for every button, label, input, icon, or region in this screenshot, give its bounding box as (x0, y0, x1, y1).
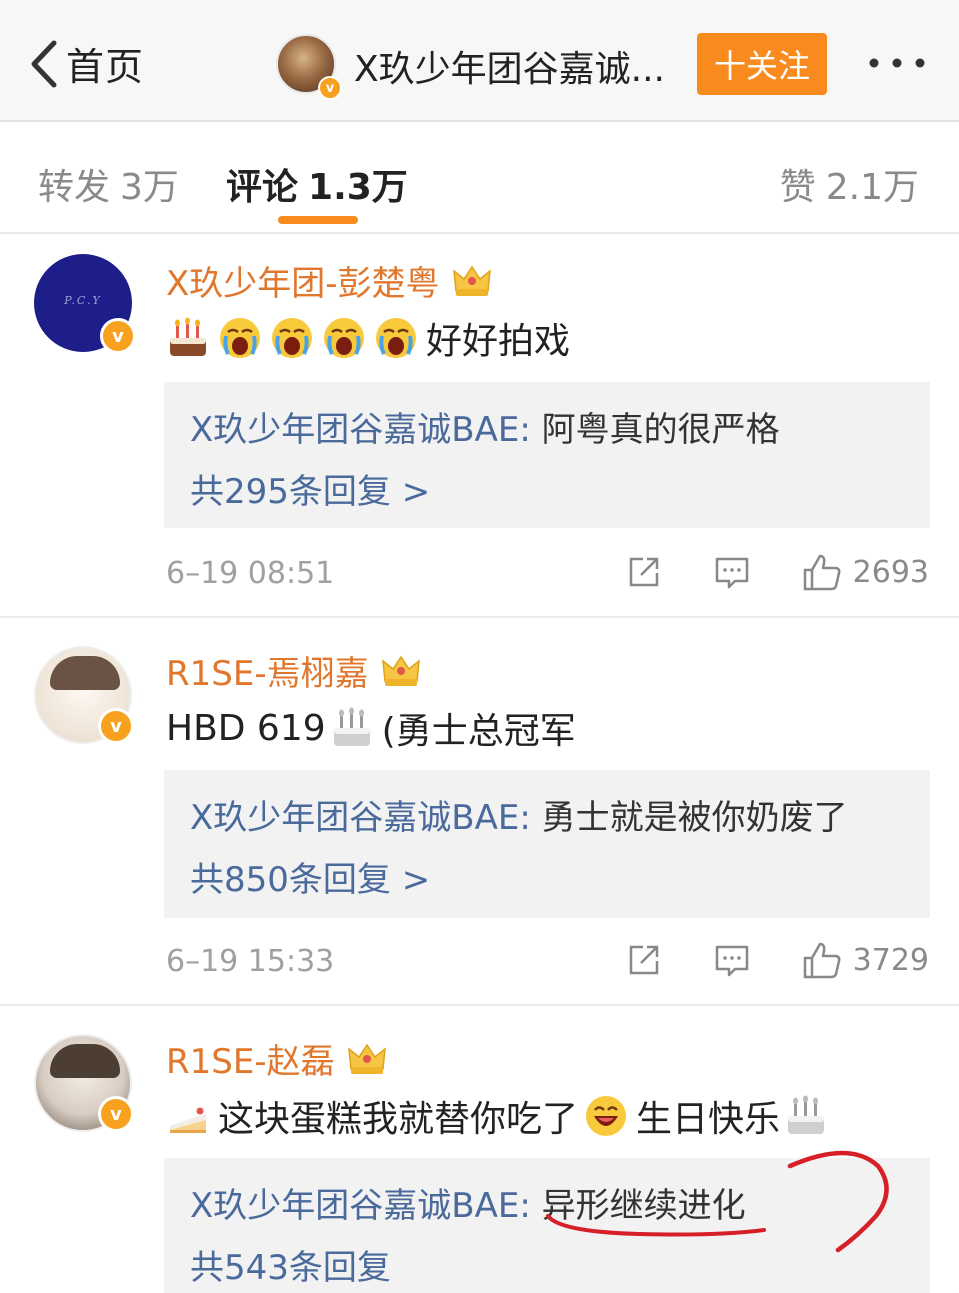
back-label: 首页 (66, 45, 145, 89)
comment-text: 好好拍戏 (426, 321, 571, 362)
divider (0, 616, 959, 618)
comment-actions: 2693 (625, 552, 929, 592)
comment-content: 这块蛋糕我就替你吃了 生日快乐 (166, 1090, 836, 1142)
comment-icon (715, 945, 748, 977)
crown-icon (452, 263, 492, 299)
reply-count-link[interactable]: 共295条回复 > (190, 464, 930, 513)
comment-username[interactable]: X玖少年团-彭楚粤 (166, 256, 492, 305)
crown-icon (381, 653, 421, 689)
divider (0, 1004, 959, 1006)
reply-button[interactable] (713, 553, 751, 591)
cake-icon (166, 316, 210, 360)
laugh-icon (584, 1094, 628, 1138)
tab-like[interactable]: 赞 2.1万 (780, 158, 919, 210)
avatar[interactable]: P.C.Y v (34, 254, 136, 354)
share-icon (629, 557, 658, 587)
reply-count-link[interactable]: 共850条回复 > (190, 852, 930, 901)
more-icon[interactable] (866, 48, 928, 78)
like-count: 3729 (852, 942, 929, 978)
like-icon (803, 554, 841, 591)
comment-actions: 3729 (625, 940, 929, 980)
reply-box[interactable]: X玖少年团谷嘉诚BAE: 阿粤真的很严格 共295条回复 > (164, 382, 930, 528)
comment-content: HBD 619 (勇士总冠军 (166, 702, 576, 754)
crown-icon (347, 1041, 387, 1077)
comment-content: 好好拍戏 (166, 312, 570, 364)
like-button[interactable]: 2693 (801, 552, 929, 592)
reply-preview: X玖少年团谷嘉诚BAE: 阿粤真的很严格 (190, 410, 780, 450)
reply-count-link[interactable]: 共543条回复 (190, 1240, 930, 1289)
verified-icon: v (318, 76, 342, 100)
cry-icon (322, 316, 366, 360)
avatar[interactable]: v (34, 646, 134, 744)
avatar[interactable]: v (34, 1034, 134, 1132)
cake-icon (330, 706, 374, 750)
comment-text: (勇士总冠军 (381, 711, 576, 752)
comment-text-tail: 生日快乐 (636, 1099, 781, 1140)
reply-button[interactable] (713, 941, 751, 979)
author-avatar[interactable]: v (276, 34, 342, 100)
reply-box[interactable]: X玖少年团谷嘉诚BAE: 勇士就是被你奶废了 共850条回复 > (164, 770, 930, 918)
cry-icon (374, 316, 418, 360)
cry-icon (218, 316, 262, 360)
comment-time: 6–19 08:51 (166, 556, 335, 591)
verified-icon: v (100, 318, 136, 354)
comment-text: 这块蛋糕我就替你吃了 (218, 1099, 579, 1140)
share-icon (629, 945, 658, 975)
comment-username[interactable]: R1SE-赵磊 (166, 1034, 387, 1083)
cry-icon (270, 316, 314, 360)
share-button[interactable] (625, 941, 663, 979)
tab-comment[interactable]: 评论 1.3万 (226, 158, 408, 210)
like-count: 2693 (852, 554, 929, 590)
like-button[interactable]: 3729 (801, 940, 929, 980)
comment-username[interactable]: R1SE-焉栩嘉 (166, 646, 421, 695)
verified-icon: v (98, 708, 134, 744)
active-tab-indicator (278, 216, 358, 224)
tab-bar: 转发 3万 评论 1.3万 赞 2.1万 (0, 122, 959, 234)
reply-preview: X玖少年团谷嘉诚BAE: 异形继续进化 (190, 1186, 746, 1226)
comment-text-prefix: HBD 619 (166, 707, 326, 749)
chevron-left-icon (31, 40, 57, 87)
page-title[interactable]: X玖少年团谷嘉诚... (354, 40, 665, 92)
comment-icon (715, 557, 748, 589)
top-bar: 首页 v X玖少年团谷嘉诚... 十关注 (0, 0, 959, 122)
back-button[interactable]: 首页 (28, 36, 144, 91)
share-button[interactable] (625, 553, 663, 591)
cake-slice-icon (166, 1094, 210, 1138)
cake-icon (784, 1094, 828, 1138)
reply-preview: X玖少年团谷嘉诚BAE: 勇士就是被你奶废了 (190, 798, 848, 838)
like-icon (803, 942, 841, 979)
verified-icon: v (98, 1096, 134, 1132)
tab-repost[interactable]: 转发 3万 (38, 158, 179, 210)
reply-box[interactable]: X玖少年团谷嘉诚BAE: 异形继续进化 共543条回复 (164, 1158, 930, 1293)
comment-time: 6–19 15:33 (166, 944, 335, 979)
follow-button[interactable]: 十关注 (697, 33, 827, 95)
